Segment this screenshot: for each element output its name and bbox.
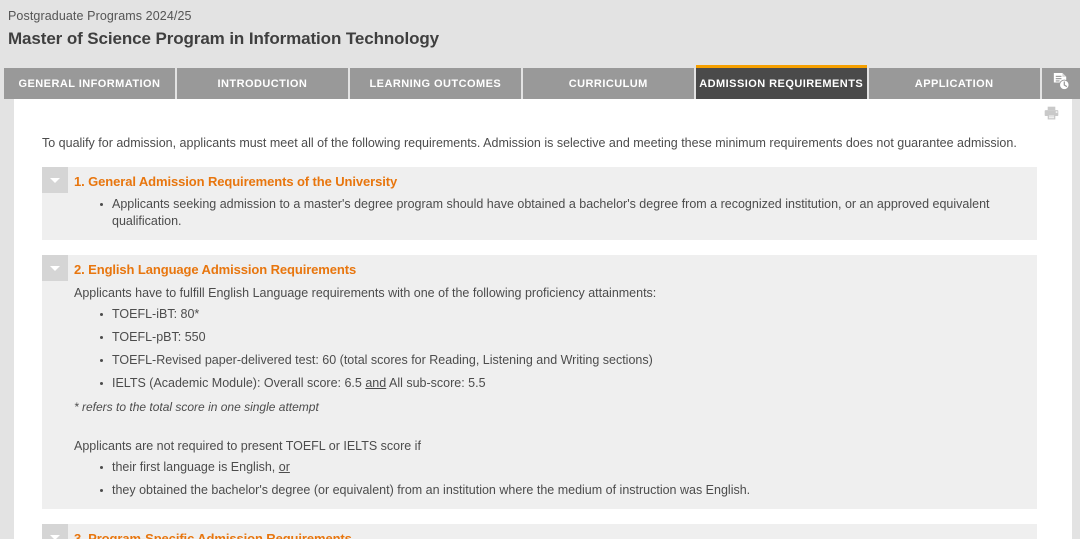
chevron-down-icon xyxy=(50,265,60,271)
chevron-down-icon xyxy=(50,177,60,183)
footnote-text: * refers to the total score in one singl… xyxy=(74,400,319,414)
page-header: Postgraduate Programs 2024/25 Master of … xyxy=(0,0,1080,62)
page-title: Master of Science Program in Information… xyxy=(8,29,439,48)
tab-curriculum[interactable]: CURRICULUM xyxy=(522,68,694,99)
list-item: TOEFL-Revised paper-delivered test: 60 (… xyxy=(100,352,1023,369)
section-collapse-toggle[interactable] xyxy=(42,167,68,193)
section-body: 2. English Language Admission Requiremen… xyxy=(42,255,1037,499)
list-item-first-language: their first language is English, or xyxy=(100,459,1023,476)
document-history-button[interactable] xyxy=(1041,68,1080,99)
tab-introduction[interactable]: INTRODUCTION xyxy=(176,68,348,99)
section-body: 3. Program-Specific Admission Requiremen… xyxy=(42,524,1037,539)
list-item-ielts: IELTS (Academic Module): Overall score: … xyxy=(100,375,1023,392)
exemption-list: their first language is English, or they… xyxy=(74,459,1023,499)
content-page: To qualify for admission, applicants mus… xyxy=(14,99,1072,539)
section-general-admission-requirements: 1. General Admission Requirements of the… xyxy=(42,167,1037,240)
printer-icon xyxy=(1043,105,1060,127)
list-item: TOEFL-iBT: 80* xyxy=(100,306,1023,323)
section-heading: 3. Program-Specific Admission Requiremen… xyxy=(74,531,352,539)
ielts-suffix: All sub-score: 5.5 xyxy=(386,376,486,390)
section-collapse-toggle[interactable] xyxy=(42,255,68,281)
section-heading: 2. English Language Admission Requiremen… xyxy=(74,262,357,277)
tab-label: APPLICATION xyxy=(914,77,994,90)
list-item: Applicants seeking admission to a master… xyxy=(100,196,1023,230)
tab-label: CURRICULUM xyxy=(568,77,648,90)
tab-label: ADMISSION REQUIREMENTS xyxy=(699,77,864,90)
tab-label: GENERAL INFORMATION xyxy=(18,77,161,90)
tab-learning-outcomes[interactable]: LEARNING OUTCOMES xyxy=(349,68,521,99)
exemption-lead-text: Applicants are not required to present T… xyxy=(74,439,421,453)
program-year-kicker: Postgraduate Programs 2024/25 xyxy=(8,9,192,23)
list-item: they obtained the bachelor's degree (or … xyxy=(100,482,1023,499)
list-item: TOEFL-pBT: 550 xyxy=(100,329,1023,346)
section-heading: 1. General Admission Requirements of the… xyxy=(74,174,398,189)
section-body: 1. General Admission Requirements of the… xyxy=(42,167,1037,230)
chevron-down-icon xyxy=(50,534,60,539)
document-clock-icon xyxy=(1051,72,1070,96)
section-english-language-requirements: 2. English Language Admission Requiremen… xyxy=(42,255,1037,509)
section-program-specific-requirements: 3. Program-Specific Admission Requiremen… xyxy=(42,524,1037,539)
tab-label: INTRODUCTION xyxy=(217,77,308,90)
tab-general-information[interactable]: GENERAL INFORMATION xyxy=(4,68,175,99)
ielts-prefix: IELTS (Academic Module): Overall score: … xyxy=(112,376,366,390)
tab-label: LEARNING OUTCOMES xyxy=(369,77,502,90)
tab-admission-requirements[interactable]: ADMISSION REQUIREMENTS xyxy=(695,65,867,108)
exempt-prefix: their first language is English, xyxy=(112,460,279,474)
section-bullet-list: Applicants seeking admission to a master… xyxy=(74,196,1023,230)
print-button[interactable] xyxy=(1040,105,1062,127)
tab-list: GENERAL INFORMATION INTRODUCTION LEARNIN… xyxy=(4,62,1080,108)
intro-paragraph: To qualify for admission, applicants mus… xyxy=(42,136,1017,150)
proficiency-list: TOEFL-iBT: 80* TOEFL-pBT: 550 TOEFL-Revi… xyxy=(74,306,1023,392)
exempt-or-underlined: or xyxy=(278,460,290,474)
section-lead-text: Applicants have to fulfill English Langu… xyxy=(74,286,657,300)
ielts-and-underlined: and xyxy=(365,376,387,390)
tab-application[interactable]: APPLICATION xyxy=(868,68,1040,99)
tab-bar: GENERAL INFORMATION INTRODUCTION LEARNIN… xyxy=(0,62,1080,108)
section-collapse-toggle[interactable] xyxy=(42,524,68,539)
